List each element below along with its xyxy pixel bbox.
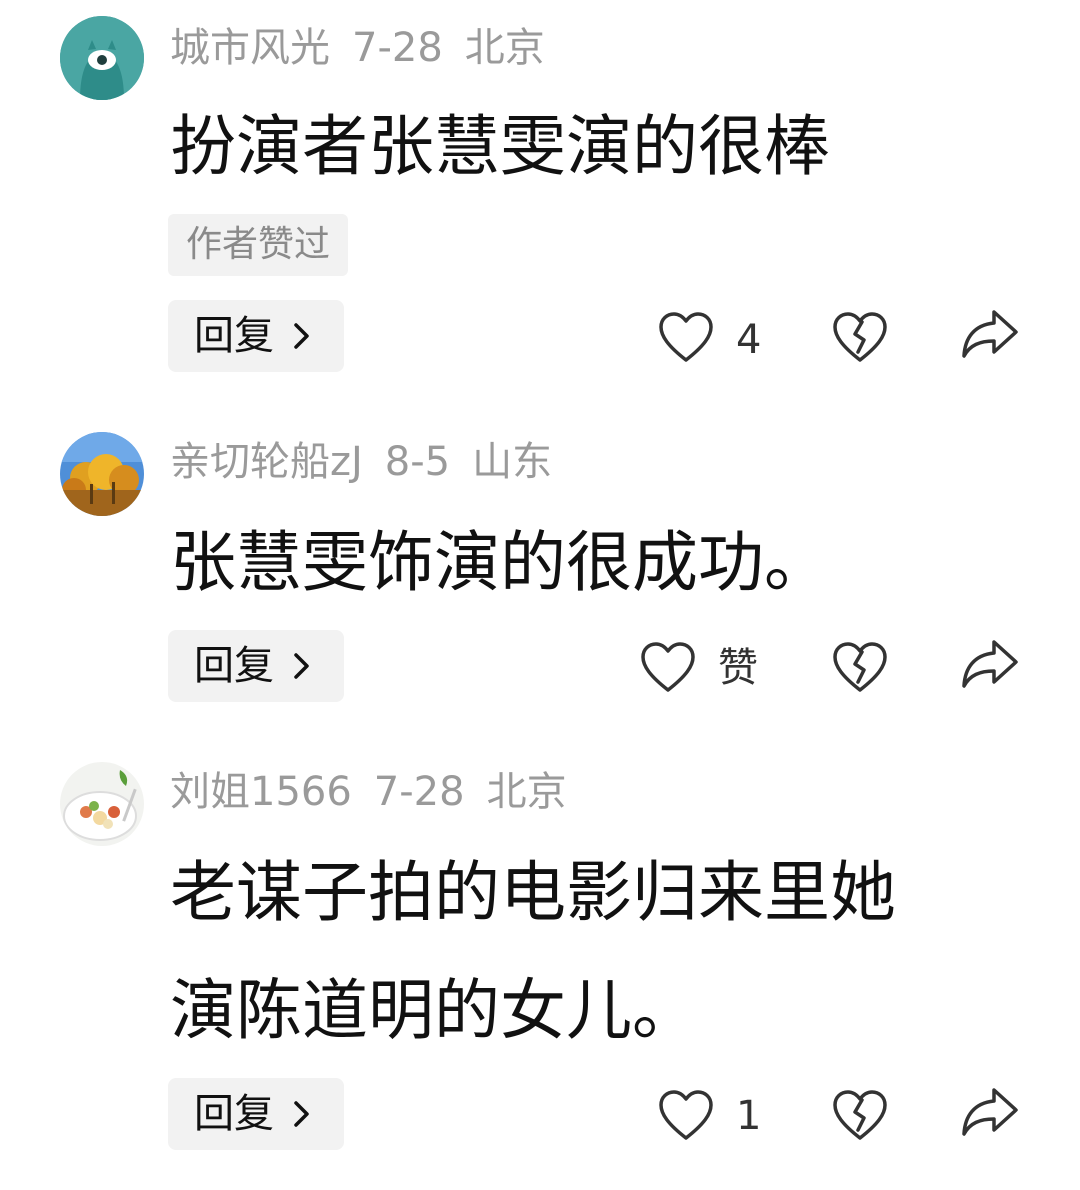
share-arrow-icon[interactable]	[960, 308, 1020, 362]
author-liked-badge: 作者赞过	[168, 214, 349, 276]
comment-meta: 亲切轮船zJ 8-5 山东	[170, 432, 574, 492]
username[interactable]: 城市风光	[170, 25, 330, 71]
chevron-right-icon	[294, 1101, 309, 1127]
reply-button[interactable]: 回复	[168, 630, 344, 702]
comment-text: 老谋子拍的电影归来里她 演陈道明的女儿。	[170, 834, 1030, 1070]
comment-text: 扮演者张慧雯演的很棒	[170, 88, 1030, 206]
comment-location: 北京	[464, 25, 545, 71]
reply-label: 回复	[194, 313, 274, 359]
share-arrow-icon[interactable]	[960, 1086, 1020, 1140]
username[interactable]: 亲切轮船zJ	[170, 439, 363, 485]
comment-date: 7-28	[352, 25, 443, 71]
avatar[interactable]	[60, 762, 144, 846]
like-count: 赞	[718, 645, 758, 691]
chevron-right-icon	[294, 323, 309, 349]
teal-cartoon-avatar-icon	[60, 16, 144, 100]
avatar[interactable]	[60, 432, 144, 516]
reply-button[interactable]: 回复	[168, 300, 344, 372]
heart-outline-icon[interactable]	[658, 312, 714, 364]
avatar[interactable]	[60, 16, 144, 100]
broken-heart-icon[interactable]	[832, 1090, 888, 1142]
reply-label: 回复	[194, 643, 274, 689]
comment-line: 老谋子拍的电影归来里她	[170, 854, 896, 931]
like-count: 4	[736, 317, 762, 363]
broken-heart-icon[interactable]	[832, 642, 888, 694]
comment-line: 张慧雯饰演的很成功。	[170, 524, 830, 601]
comment-text: 张慧雯饰演的很成功。	[170, 504, 1030, 622]
comment-location: 北京	[486, 769, 567, 815]
comment-date: 7-28	[373, 769, 465, 815]
username[interactable]: 刘姐1566	[170, 769, 352, 815]
heart-outline-icon[interactable]	[658, 1090, 714, 1142]
comment-meta: 城市风光 7-28 北京	[170, 18, 567, 78]
comment-meta: 刘姐1566 7-28 北京	[170, 762, 589, 822]
reply-label: 回复	[194, 1091, 274, 1137]
broken-heart-icon[interactable]	[832, 312, 888, 364]
like-count: 1	[736, 1093, 762, 1139]
chevron-right-icon	[294, 653, 309, 679]
comment-location: 山东	[472, 439, 553, 485]
comment-date: 8-5	[384, 439, 451, 485]
comment-line: 演陈道明的女儿。	[170, 972, 698, 1049]
share-arrow-icon[interactable]	[960, 638, 1020, 692]
autumn-trees-avatar-icon	[60, 432, 144, 516]
heart-outline-icon[interactable]	[640, 642, 696, 694]
salad-plate-avatar-icon	[60, 762, 144, 846]
comment-line: 扮演者张慧雯演的很棒	[170, 108, 830, 185]
reply-button[interactable]: 回复	[168, 1078, 344, 1150]
